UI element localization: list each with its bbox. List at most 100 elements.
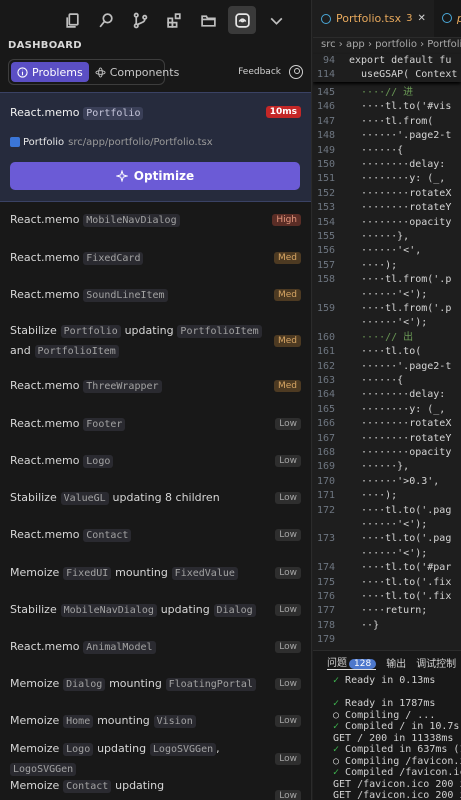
code-text: ······'.page2-t [349,130,452,142]
issue-row[interactable]: Memoize Contact updating SubscribeBorder… [0,779,311,800]
issue-description: React.memo MobileNavDialog [10,210,266,230]
terminal-line: ✓ Compiled / in 10.7s ( [333,721,461,732]
code-line: 159 ····tl.from('.p [313,302,461,316]
component-name: LogoSVGGen [149,743,217,756]
issue-text: Memoize [10,779,60,792]
code-line: ······'<'); [313,518,461,532]
tab-problems-panel[interactable]: 问题 128 [327,654,377,670]
file-icon [10,137,20,147]
line-number: 172 [316,504,335,516]
code-text: ······}, [349,231,410,242]
line-number: 156 [316,245,335,257]
code-line: 161 ····tl.to( [313,345,461,359]
code-text: ······'<'); [349,519,428,530]
code-text: ······'>0.3', [349,475,440,487]
panel-tab-label: 问题 [327,658,347,669]
issue-row[interactable]: React.memo SoundLineItem Med [0,283,311,307]
source-control-icon[interactable] [126,6,154,34]
code-line: ······'<'); [313,547,461,561]
code-line: 167 ········rotateY [313,432,461,446]
code-text: useGSAP( Context [349,69,458,80]
component-name: Contact [63,780,112,793]
code-line: 171 ····); [313,489,461,503]
code-line: 152 ········rotateX [313,187,461,201]
selected-issue-file[interactable]: Portfolio src/app/portfolio/Portfolio.ts… [0,131,311,153]
terminal-line: ✓ Ready in 0.13ms [333,675,436,686]
component-name: MobileNavDialog [60,604,157,617]
code-line: 148 ······'.page2-t [313,129,461,143]
code-text: ····tl.to('#par [349,562,452,574]
severity-badge: Low [275,529,301,541]
react-scan-icon[interactable] [228,6,256,34]
problem-count: 3 [406,13,413,24]
line-number: 147 [316,115,335,127]
issue-row[interactable]: Memoize Home mounting Vision Low [0,709,311,733]
selected-issue-card[interactable]: React.memo Portfolio 10ms Portfolio src/… [0,92,311,202]
files-icon[interactable] [58,6,86,34]
component-name: PortfolioItem [34,345,119,358]
code-editor: Portfolio.tsx 3 ✕ p src › app › portfoli… [313,0,461,800]
issue-text: updating [160,603,210,616]
component-name: ValueGL [60,492,109,505]
folder-icon[interactable] [194,6,222,34]
activity-bar [0,0,311,40]
tab-portfolio-tsx[interactable]: Portfolio.tsx 3 ✕ [313,0,434,37]
code-text: ····tl.from('.p [349,303,452,314]
line-number: 157 [316,259,335,271]
editor-tabbar: Portfolio.tsx 3 ✕ p [313,0,461,38]
panel-tabs: 问题 128 输出 调试控制 [313,651,461,673]
account-icon[interactable] [289,65,303,79]
code-line: 166 ········rotateX [313,417,461,431]
extensions-icon[interactable] [160,6,188,34]
code-text: ····); [349,259,398,271]
optimize-button[interactable]: Optimize [10,162,300,190]
code-line: ······'<'); [313,316,461,330]
issue-row[interactable]: React.memo Contact Low [0,523,311,547]
info-icon [17,66,28,78]
tab-problems[interactable]: Problems [11,62,89,82]
issue-row[interactable]: React.memo Logo Low [0,449,311,473]
issue-row[interactable]: Memoize FixedUI mounting FixedValue Low [0,561,311,585]
issue-row[interactable]: React.memo AnimalModel Low [0,635,311,659]
chevron-down-icon[interactable] [262,6,290,34]
issue-text: React.memo [10,640,80,653]
issue-row[interactable]: React.memo FixedCard Med [0,246,311,270]
breadcrumb[interactable]: src › app › portfolio › Portfolio [313,38,461,54]
tab-debug-console[interactable]: 调试控制 [416,655,456,670]
issue-row[interactable]: Memoize Dialog mounting FloatingPortal Lo… [0,672,311,696]
code-text: ········y: (_, [349,403,446,415]
issue-row[interactable]: React.memo ThreeWrapper Med [0,374,311,398]
tab-components[interactable]: Components [89,62,186,82]
line-number: 149 [316,144,335,156]
issue-row[interactable]: React.memo Footer Low [0,412,311,436]
line-number: 162 [316,360,335,372]
code-line: 147 ····tl.from( [313,115,461,129]
close-icon[interactable]: ✕ [417,13,425,24]
check-icon: ✓ [333,698,340,709]
tab-components-label: Components [109,65,180,79]
code-line: 174 ····tl.to('#par [313,561,461,575]
issue-row[interactable]: Stabilize Portfolio updating PortfolioIt… [0,320,311,362]
severity-badge: Low [275,790,301,800]
issue-row[interactable]: Memoize Logo updating LogoSVGGen, LogoSV… [0,742,311,776]
tab-second-file[interactable]: p [434,0,461,37]
issue-row[interactable]: React.memo MobileNavDialog High [0,208,311,232]
issue-row[interactable]: Stabilize ValueGL updating 8 children Low [0,486,311,510]
code-line: 176 ····tl.to('.fix [313,590,461,604]
issue-description: Memoize Dialog mounting FloatingPortal [10,674,269,694]
issue-row[interactable]: Stabilize MobileNavDialog updating Dialo… [0,598,311,622]
search-icon[interactable] [92,6,120,34]
line-number: 163 [316,375,335,386]
issue-text: Stabilize [10,491,57,504]
code-line: 155 ······}, [313,230,461,244]
component-name: Contact [83,529,132,542]
component-name: Home [63,715,94,728]
code-text: ····return; [349,605,428,617]
tab-output[interactable]: 输出 [386,655,406,670]
code-text: export default fu [349,55,452,66]
line-number: 169 [316,461,335,473]
feedback-link[interactable]: Feedback [238,67,281,77]
code-text: ········rotateX [349,187,452,199]
code-text: ····tl.from('.p [349,274,452,286]
issue-text: React.memo [10,213,80,226]
